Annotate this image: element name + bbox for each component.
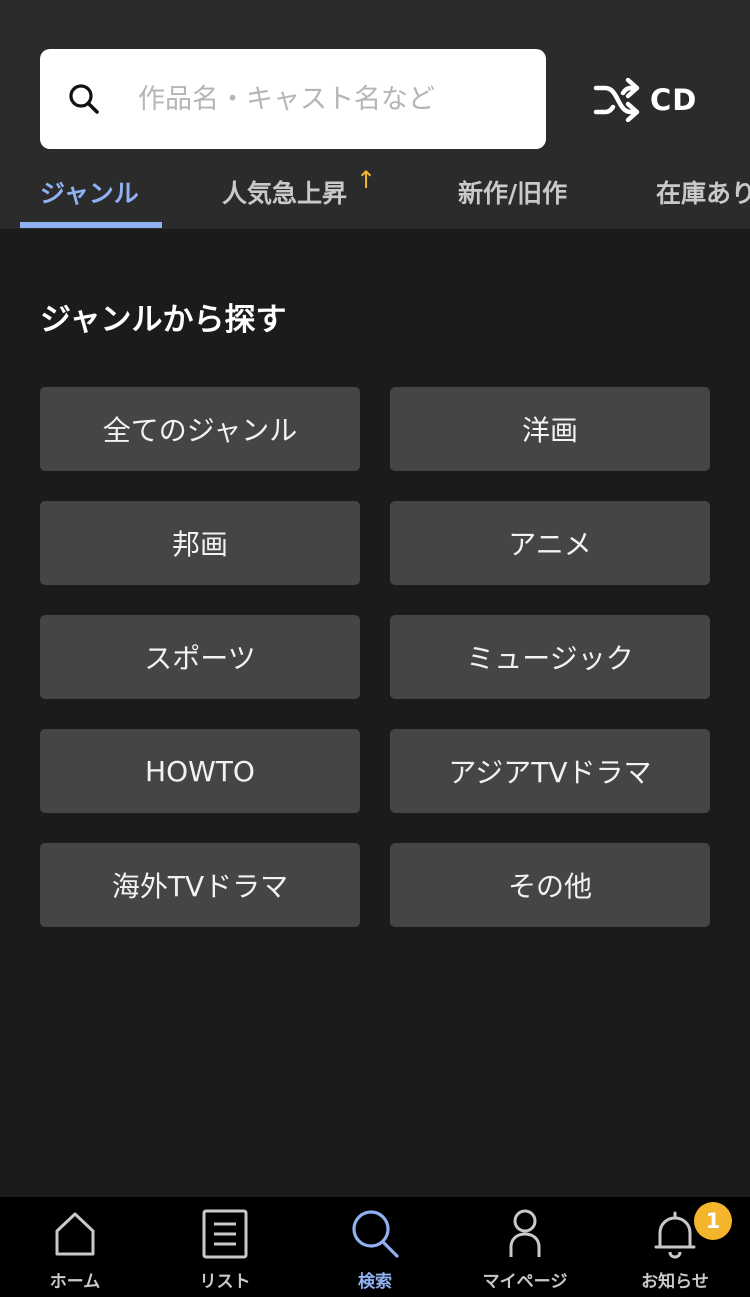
active-tab-indicator xyxy=(20,222,162,228)
genre-button-music[interactable]: ミュージック xyxy=(390,615,710,699)
search-icon xyxy=(69,84,99,114)
section-title: ジャンルから探す xyxy=(40,302,287,338)
genre-button-japanese[interactable]: 邦画 xyxy=(40,501,360,585)
bell-icon xyxy=(654,1211,696,1259)
tab-trending[interactable]: 人気急上昇 ↑ xyxy=(222,166,376,214)
search-input[interactable] xyxy=(138,69,528,129)
nav-label: 検索 xyxy=(358,1272,392,1292)
genre-button-all[interactable]: 全てのジャンル xyxy=(40,387,360,471)
tab-bar: ジャンル 人気急上昇 ↑ 新作/旧作 在庫あり xyxy=(0,160,750,229)
cd-mode-toggle[interactable]: CD xyxy=(592,74,702,126)
genre-button-overseas-tv-drama[interactable]: 海外TVドラマ xyxy=(40,843,360,927)
nav-mypage[interactable]: マイページ xyxy=(450,1197,600,1297)
search-icon xyxy=(352,1210,399,1258)
bottom-nav: ホーム リスト 検索 マイページ 1 お知らせ xyxy=(0,1197,750,1297)
header: CD ジャンル 人気急上昇 ↑ 新作/旧作 在庫あり xyxy=(0,0,750,229)
nav-label: リスト xyxy=(199,1272,251,1292)
tab-label: 人気急上昇 xyxy=(222,179,348,208)
tab-label: 新作/旧作 xyxy=(458,179,568,208)
nav-label: マイページ xyxy=(482,1272,568,1292)
tab-genre[interactable]: ジャンル xyxy=(40,174,139,214)
nav-label: お知らせ xyxy=(641,1272,709,1292)
nav-list[interactable]: リスト xyxy=(150,1197,300,1297)
user-icon xyxy=(509,1209,541,1257)
genre-button-asian-tv-drama[interactable]: アジアTVドラマ xyxy=(390,729,710,813)
tab-in-stock[interactable]: 在庫あり xyxy=(656,174,750,214)
list-icon xyxy=(202,1209,248,1259)
notification-badge: 1 xyxy=(694,1202,732,1240)
genre-button-western[interactable]: 洋画 xyxy=(390,387,710,471)
tab-label: ジャンル xyxy=(40,179,139,208)
tab-new-old[interactable]: 新作/旧作 xyxy=(458,174,567,214)
genre-button-sports[interactable]: スポーツ xyxy=(40,615,360,699)
genre-button-other[interactable]: その他 xyxy=(390,843,710,927)
mode-label: CD xyxy=(650,83,698,117)
nav-home[interactable]: ホーム xyxy=(0,1197,150,1297)
genre-button-howto[interactable]: HOWTO xyxy=(40,729,360,813)
nav-notifications[interactable]: 1 お知らせ xyxy=(600,1197,750,1297)
home-icon xyxy=(55,1212,95,1256)
tab-label: 在庫あり xyxy=(656,179,750,208)
nav-label: ホーム xyxy=(49,1272,101,1292)
shuffle-icon xyxy=(593,78,640,122)
genre-button-anime[interactable]: アニメ xyxy=(390,501,710,585)
search-box[interactable] xyxy=(40,49,546,149)
nav-search[interactable]: 検索 xyxy=(300,1197,450,1297)
trending-up-icon: ↑ xyxy=(356,166,377,194)
